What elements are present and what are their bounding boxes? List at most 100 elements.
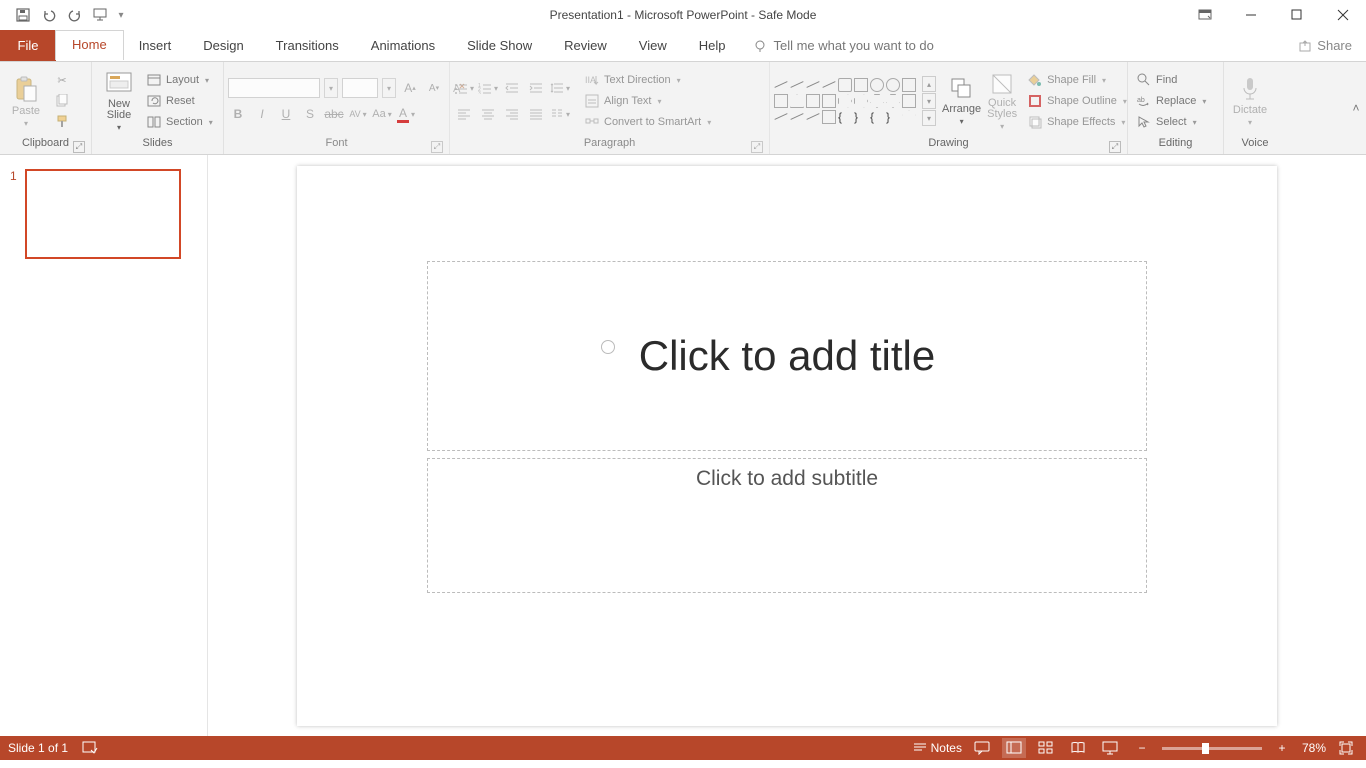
paste-button[interactable]: Paste ▾ — [4, 75, 48, 128]
zoom-slider[interactable] — [1162, 747, 1262, 750]
slide-counter[interactable]: Slide 1 of 1 — [8, 741, 68, 755]
tab-review[interactable]: Review — [548, 30, 623, 61]
notes-button[interactable]: Notes — [913, 738, 962, 758]
align-left-button[interactable] — [454, 104, 474, 124]
start-from-beginning-button[interactable] — [88, 3, 114, 27]
character-spacing-button[interactable]: AV — [348, 104, 368, 124]
text-direction-button[interactable]: IIAText Direction — [580, 70, 715, 90]
format-painter-button[interactable] — [50, 112, 74, 132]
align-center-button[interactable] — [478, 104, 498, 124]
slideshow-view-button[interactable] — [1098, 738, 1122, 758]
italic-button[interactable]: I — [252, 104, 272, 124]
reset-button[interactable]: Reset — [142, 91, 217, 111]
decrease-font-size-button[interactable]: A▾ — [424, 78, 444, 98]
reading-view-button[interactable] — [1066, 738, 1090, 758]
strikethrough-button[interactable]: abc — [324, 104, 344, 124]
cut-button[interactable]: ✂ — [50, 70, 74, 90]
close-button[interactable] — [1320, 0, 1366, 30]
copy-button[interactable] — [50, 91, 74, 111]
shape-fill-button[interactable]: Shape Fill — [1023, 70, 1131, 90]
shapes-gallery[interactable]: {}{} — [774, 78, 916, 124]
maximize-button[interactable] — [1274, 0, 1320, 30]
zoom-level[interactable]: 78% — [1302, 741, 1326, 755]
layout-button[interactable]: Layout — [142, 70, 217, 90]
change-case-button[interactable]: Aa — [372, 104, 392, 124]
svg-text:3: 3 — [478, 91, 481, 94]
select-button[interactable]: Select — [1132, 112, 1210, 132]
subtitle-placeholder[interactable]: Click to add subtitle — [427, 458, 1147, 593]
font-dialog-launcher[interactable]: ⤢ — [431, 141, 443, 153]
shadow-button[interactable]: S — [300, 104, 320, 124]
zoom-slider-thumb[interactable] — [1202, 743, 1209, 754]
zoom-in-button[interactable]: + — [1270, 738, 1294, 758]
group-label-paragraph: Paragraph⤢ — [454, 137, 765, 154]
convert-smartart-button[interactable]: Convert to SmartArt — [580, 112, 715, 132]
shapes-up-icon[interactable]: ▴ — [922, 76, 936, 92]
section-button[interactable]: Section — [142, 112, 217, 132]
new-slide-button[interactable]: New Slide ▾ — [96, 71, 142, 132]
shape-outline-button[interactable]: Shape Outline — [1023, 91, 1131, 111]
tell-me-search[interactable]: Tell me what you want to do — [741, 30, 933, 61]
slide-sorter-view-button[interactable] — [1034, 738, 1058, 758]
columns-button[interactable] — [550, 104, 570, 124]
slide-thumbnails-panel[interactable]: 1 — [0, 155, 208, 736]
bold-button[interactable]: B — [228, 104, 248, 124]
comments-button[interactable] — [970, 738, 994, 758]
align-right-button[interactable] — [502, 104, 522, 124]
group-label-voice: Voice — [1228, 137, 1282, 154]
drawing-dialog-launcher[interactable]: ⤢ — [1109, 141, 1121, 153]
undo-button[interactable] — [36, 3, 62, 27]
tab-home[interactable]: Home — [56, 30, 123, 61]
font-name-dropdown[interactable]: ▾ — [324, 78, 338, 98]
tab-slideshow[interactable]: Slide Show — [451, 30, 548, 61]
shapes-scrollbar[interactable]: ▴ ▾ ▾ — [922, 76, 936, 126]
paragraph-dialog-launcher[interactable]: ⤢ — [751, 141, 763, 153]
font-color-button[interactable]: A — [396, 104, 416, 124]
zoom-out-button[interactable]: − — [1130, 738, 1154, 758]
tab-help[interactable]: Help — [683, 30, 742, 61]
tab-animations[interactable]: Animations — [355, 30, 451, 61]
increase-indent-button[interactable] — [526, 78, 546, 98]
dictate-button[interactable]: Dictate▾ — [1228, 76, 1272, 127]
tab-file[interactable]: File — [0, 30, 56, 61]
redo-button[interactable] — [62, 3, 88, 27]
tab-view[interactable]: View — [623, 30, 683, 61]
font-size-dropdown[interactable]: ▾ — [382, 78, 396, 98]
clipboard-dialog-launcher[interactable]: ⤢ — [73, 141, 85, 153]
ribbon-display-options-button[interactable] — [1182, 0, 1228, 30]
normal-view-button[interactable] — [1002, 738, 1026, 758]
replace-button[interactable]: abReplace — [1132, 91, 1210, 111]
shape-effects-button[interactable]: Shape Effects — [1023, 112, 1131, 132]
underline-button[interactable]: U — [276, 104, 296, 124]
group-font: ▾ ▾ A▴ A▾ A B I U S abc AV Aa A Font⤢ — [224, 62, 450, 154]
quick-styles-button[interactable]: Quick Styles▾ — [987, 72, 1017, 131]
tab-insert[interactable]: Insert — [123, 30, 188, 61]
align-text-button[interactable]: Align Text — [580, 91, 715, 111]
numbering-button[interactable]: 123 — [478, 78, 498, 98]
save-button[interactable] — [10, 3, 36, 27]
find-label: Find — [1156, 74, 1177, 86]
slide-canvas-area[interactable]: Click to add title Click to add subtitle — [208, 155, 1366, 736]
share-button[interactable]: Share — [1298, 30, 1366, 61]
shapes-down-icon[interactable]: ▾ — [922, 93, 936, 109]
shapes-more-icon[interactable]: ▾ — [922, 110, 936, 126]
minimize-button[interactable] — [1228, 0, 1274, 30]
font-name-input[interactable] — [228, 78, 320, 98]
increase-font-size-button[interactable]: A▴ — [400, 78, 420, 98]
font-size-input[interactable] — [342, 78, 378, 98]
fit-to-window-button[interactable] — [1334, 738, 1358, 758]
arrange-button[interactable]: Arrange▾ — [942, 77, 981, 126]
line-spacing-button[interactable] — [550, 78, 570, 98]
justify-button[interactable] — [526, 104, 546, 124]
bullets-button[interactable] — [454, 78, 474, 98]
decrease-indent-button[interactable] — [502, 78, 522, 98]
qat-customize-button[interactable]: ▾ — [114, 3, 128, 27]
collapse-ribbon-button[interactable]: ˄ — [1346, 62, 1366, 154]
tab-design[interactable]: Design — [187, 30, 259, 61]
title-placeholder[interactable]: Click to add title — [427, 261, 1147, 451]
tab-transitions[interactable]: Transitions — [260, 30, 355, 61]
spell-check-icon[interactable] — [82, 741, 98, 755]
find-button[interactable]: Find — [1132, 70, 1210, 90]
group-label-slides: Slides — [96, 137, 219, 154]
slide-thumbnail-1[interactable] — [25, 169, 181, 259]
